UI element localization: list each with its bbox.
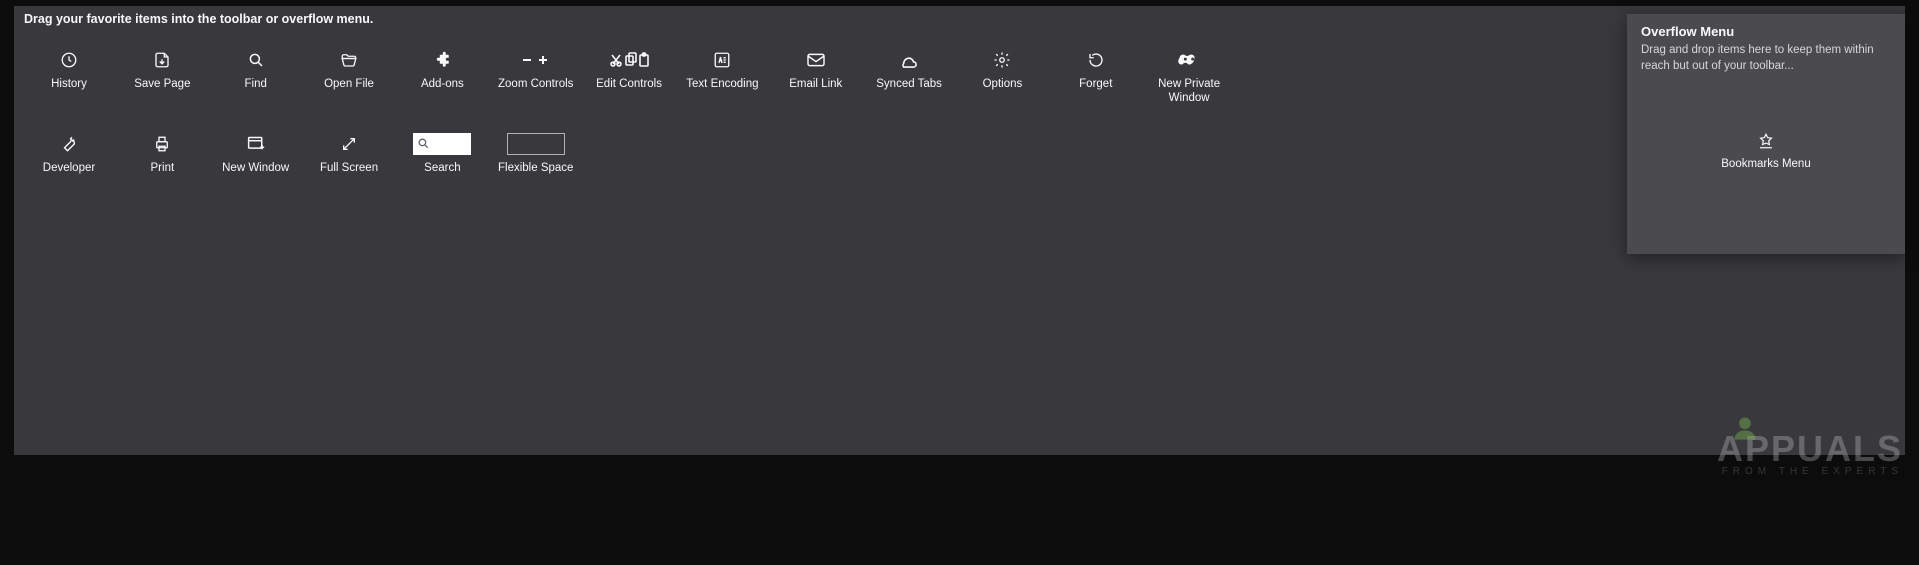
item-search[interactable]: Search [397,130,487,176]
edit-controls-icon [584,46,674,74]
item-label: Search [397,162,487,176]
overflow-description: Drag and drop items here to keep them wi… [1641,43,1891,74]
item-text-encoding[interactable]: Text Encoding [677,46,767,92]
item-label: Email Link [771,78,861,92]
item-developer[interactable]: Developer [24,130,114,176]
open-file-icon [304,46,394,74]
text-encoding-icon [677,46,767,74]
wrench-icon [24,130,114,158]
flexible-space-preview [491,130,581,158]
overflow-menu-panel[interactable]: Overflow Menu Drag and drop items here t… [1627,14,1905,254]
item-label: Options [957,78,1047,92]
item-forget[interactable]: Forget [1051,46,1141,92]
forget-icon [1051,46,1141,74]
item-save-page[interactable]: Save Page [117,46,207,92]
item-addons[interactable]: Add-ons [397,46,487,92]
item-label: Add-ons [397,78,487,92]
item-label: Find [211,78,301,92]
item-private-window[interactable]: New Private Window [1144,46,1234,106]
item-options[interactable]: Options [957,46,1047,92]
print-icon [117,130,207,158]
available-items-grid: History Save Page Find Open File Add-ons [24,40,1605,445]
item-edit-controls[interactable]: Edit Controls [584,46,674,92]
item-email-link[interactable]: Email Link [771,46,861,92]
fullscreen-icon [304,130,394,158]
item-print[interactable]: Print [117,130,207,176]
email-icon [771,46,861,74]
item-zoom-controls[interactable]: Zoom Controls [491,46,581,92]
item-find[interactable]: Find [211,46,301,92]
overflow-item-label: Bookmarks Menu [1641,157,1891,171]
synced-tabs-icon [864,46,954,74]
item-new-window[interactable]: New Window [211,130,301,176]
bookmarks-menu-icon [1641,129,1891,153]
item-label: New Private Window [1144,78,1234,106]
customize-toolbar-panel: Drag your favorite items into the toolba… [14,6,1905,455]
zoom-controls-icon [491,46,581,74]
save-page-icon [117,46,207,74]
gear-icon [957,46,1047,74]
item-label: Print [117,162,207,176]
item-label: Zoom Controls [491,78,581,92]
search-field-preview [397,130,487,158]
item-label: History [24,78,114,92]
mask-icon [1144,46,1234,74]
overflow-title: Overflow Menu [1641,24,1891,39]
item-open-file[interactable]: Open File [304,46,394,92]
item-label: Text Encoding [677,78,767,92]
item-full-screen[interactable]: Full Screen [304,130,394,176]
item-label: Save Page [117,78,207,92]
item-label: Full Screen [304,162,394,176]
item-label: Forget [1051,78,1141,92]
instruction-text: Drag your favorite items into the toolba… [24,12,373,26]
item-synced-tabs[interactable]: Synced Tabs [864,46,954,92]
overflow-item-bookmarks-menu[interactable]: Bookmarks Menu [1641,129,1891,171]
watermark-subtext: FROM THE EXPERTS [1717,466,1903,477]
item-label: Open File [304,78,394,92]
puzzle-icon [397,46,487,74]
item-history[interactable]: History [24,46,114,92]
history-icon [24,46,114,74]
item-label: New Window [211,162,301,176]
search-icon [211,46,301,74]
item-label: Developer [24,162,114,176]
item-label: Flexible Space [491,162,581,176]
new-window-icon [211,130,301,158]
item-label: Edit Controls [584,78,674,92]
item-label: Synced Tabs [864,78,954,92]
item-flexible-space[interactable]: Flexible Space [491,130,581,176]
